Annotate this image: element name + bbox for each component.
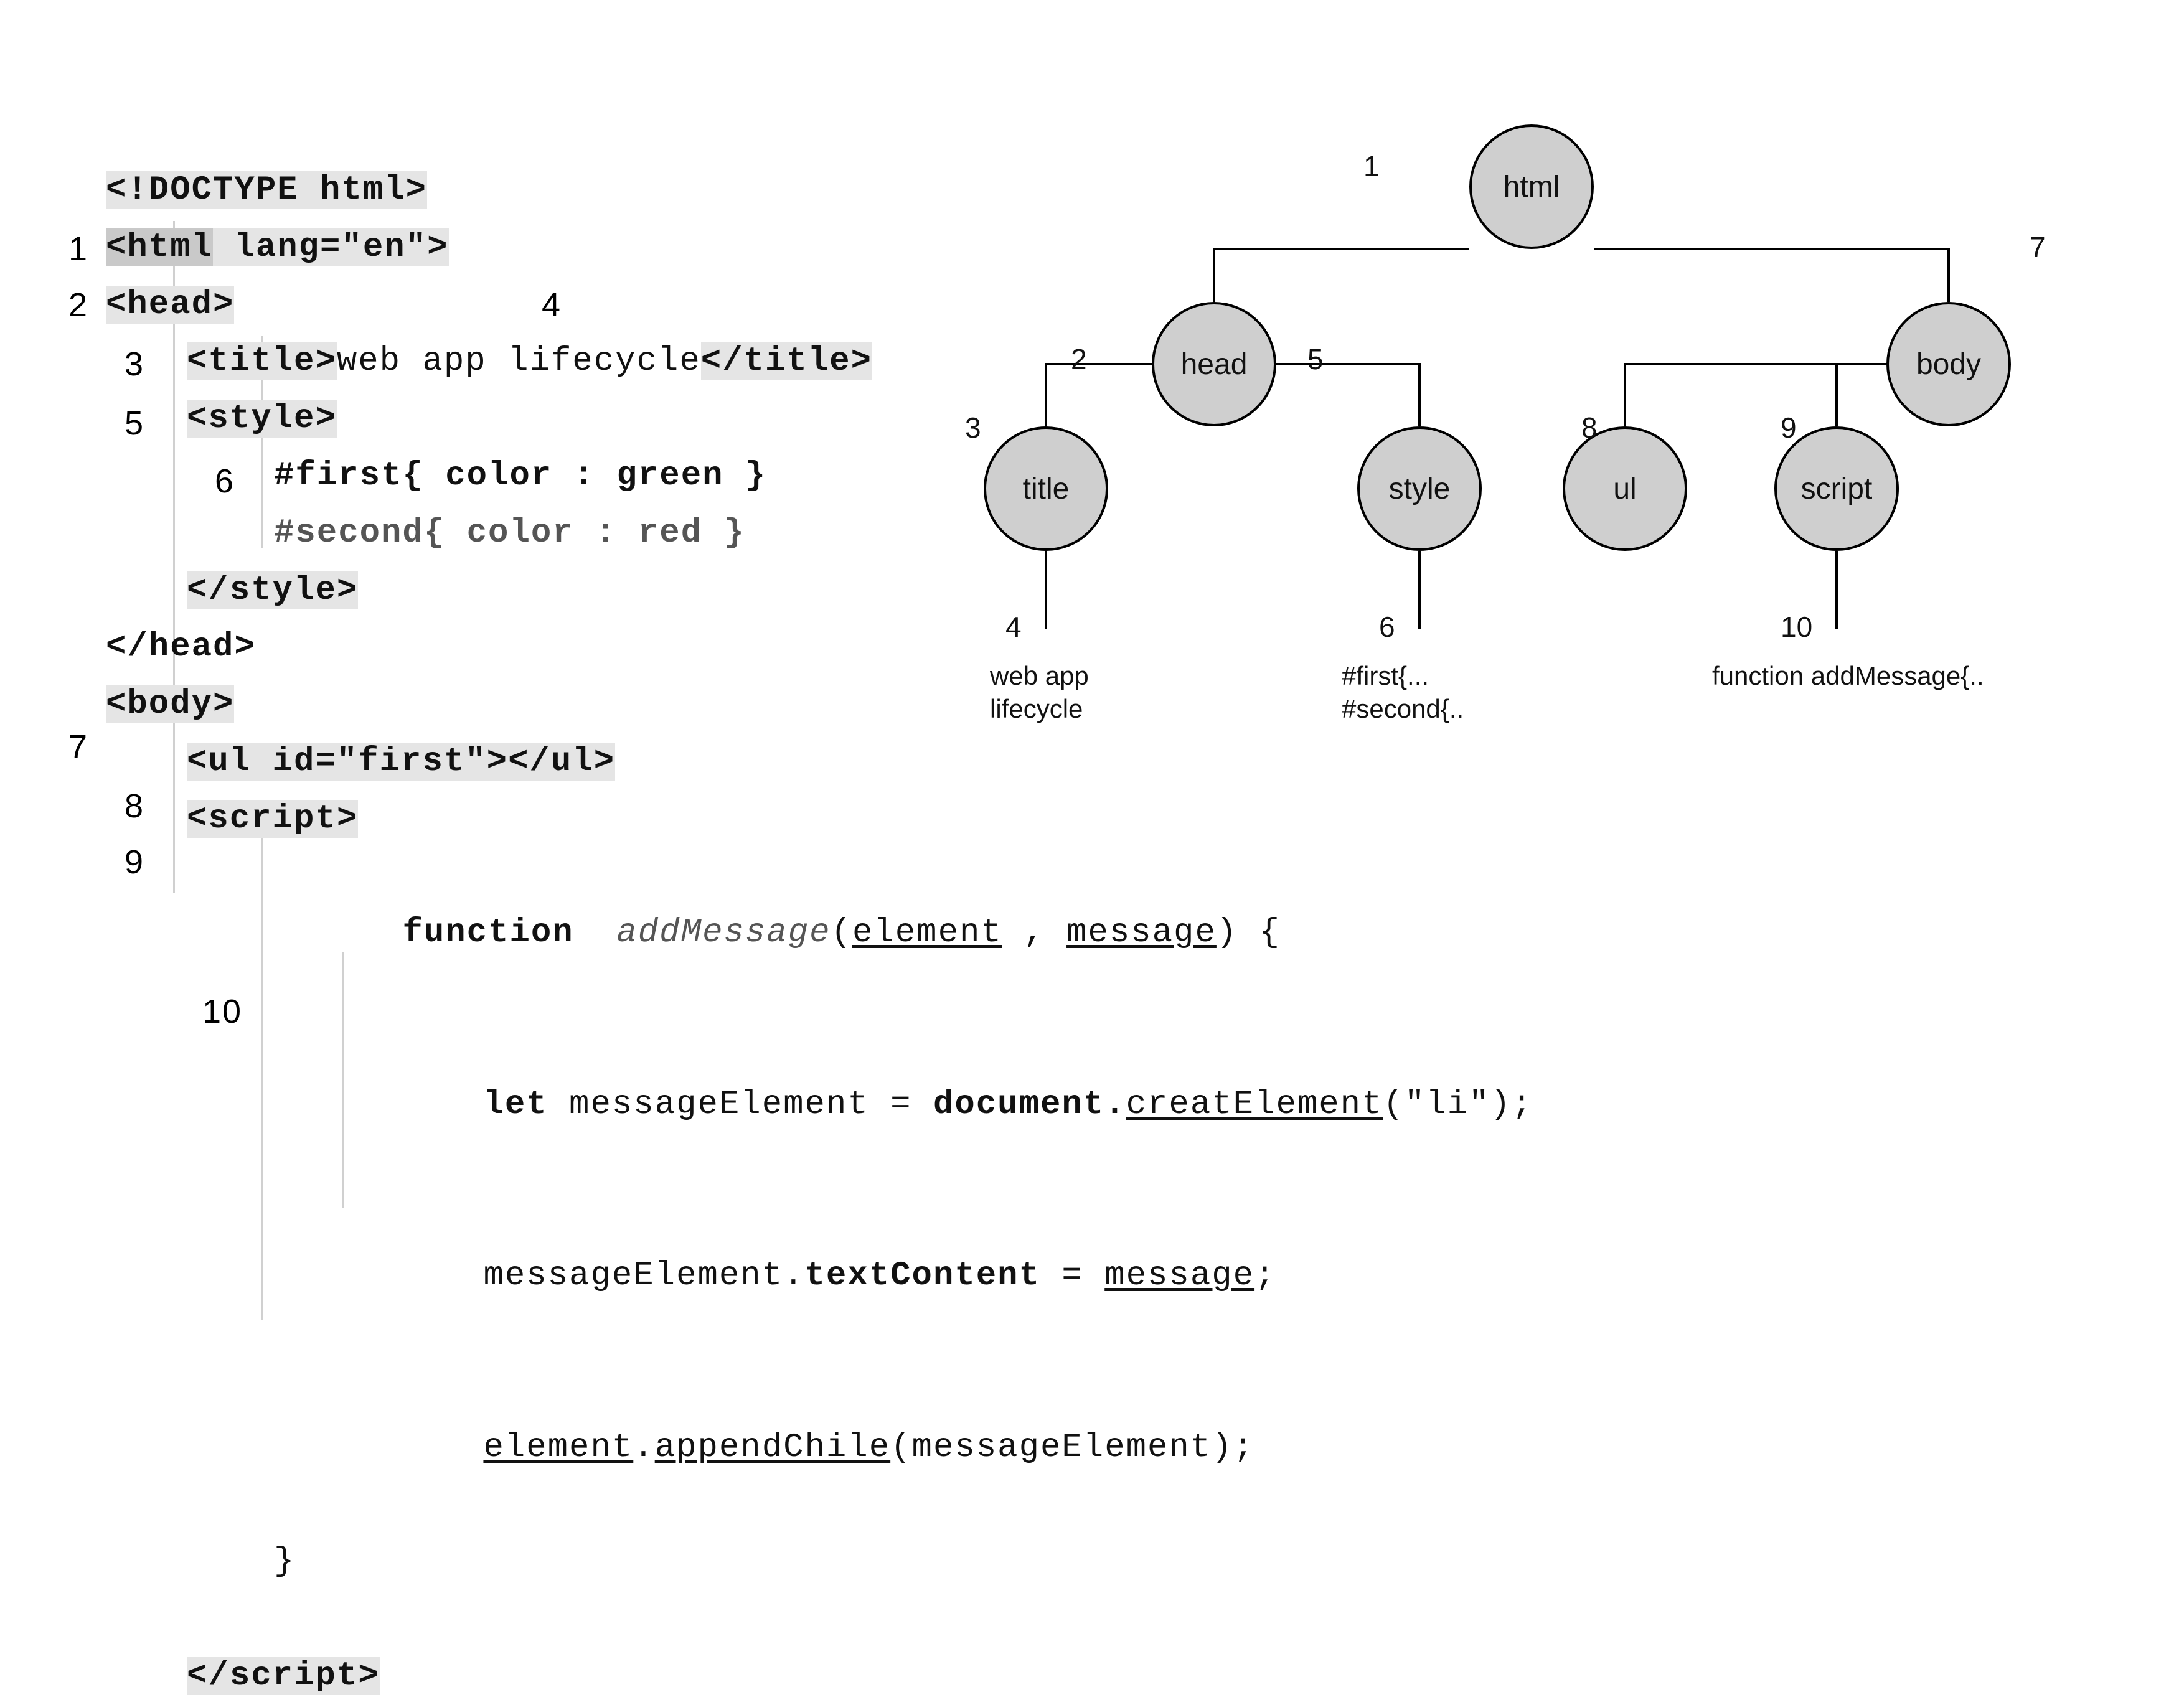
node-title: title [984, 426, 1108, 551]
fn-line2: messageElement.textContent = message; [106, 1190, 1102, 1361]
html-open: <html lang="en"> [106, 219, 1102, 276]
tree-label-2: 2 [1071, 342, 1087, 376]
node-body: body [1886, 302, 2011, 426]
tree-label-10: 10 [1781, 610, 1812, 644]
body-open: <body> [106, 676, 1102, 733]
doctype: <!DOCTYPE html> [106, 162, 1102, 219]
css-first: #first{ color : green } [106, 448, 1102, 505]
style-open: <style> [106, 390, 1102, 448]
script-open: <script> [106, 791, 1102, 848]
fn-close: } [106, 1533, 1102, 1590]
head-open: <head> [106, 276, 1102, 334]
leaf-style: #first{... #second{.. [1342, 660, 1464, 725]
tree-label-7: 7 [2030, 230, 2046, 264]
code-label-2: 2 [68, 277, 88, 334]
leaf-script: function addMessage{.. [1712, 660, 1984, 693]
blank [106, 1590, 1102, 1648]
node-ul: ul [1563, 426, 1687, 551]
code-label-1: 1 [68, 221, 88, 278]
tree-label-1: 1 [1363, 149, 1380, 183]
node-style: style [1357, 426, 1482, 551]
fn-decl: function addMessage(element , message) { [106, 848, 1102, 1019]
tree-label-9: 9 [1781, 411, 1797, 444]
ul-line: <ul id="first"></ul> [106, 733, 1102, 791]
node-html: html [1469, 124, 1594, 249]
style-close: </style> [106, 562, 1102, 619]
tree-label-3: 3 [965, 411, 981, 444]
tree-label-5: 5 [1307, 342, 1324, 376]
css-second: #second{ color : red } [106, 505, 1102, 562]
tree-label-8: 8 [1581, 411, 1598, 444]
fn-line3: element.appendChile(messageElement); [106, 1362, 1102, 1533]
code-label-7: 7 [68, 719, 88, 776]
node-script: script [1774, 426, 1899, 551]
tree-label-6: 6 [1379, 610, 1395, 644]
title-line: <title>web app lifecycle</title> [106, 333, 1102, 390]
script-close: </script> [106, 1648, 1102, 1705]
node-head: head [1152, 302, 1276, 426]
page: 1 2 3 4 5 6 7 8 9 10 <!DOCTYPE html> <ht… [0, 0, 2184, 1353]
tree-label-4: 4 [1005, 610, 1022, 644]
leaf-title: web app lifecycle [990, 660, 1089, 725]
fn-line1: let messageElement = document.creatEleme… [106, 1019, 1102, 1190]
code-block: 1 2 3 4 5 6 7 8 9 10 <!DOCTYPE html> <ht… [106, 162, 1102, 1705]
dom-tree: html head body title style ul script 1 2… [965, 87, 2148, 865]
head-close: </head> [106, 619, 1102, 676]
